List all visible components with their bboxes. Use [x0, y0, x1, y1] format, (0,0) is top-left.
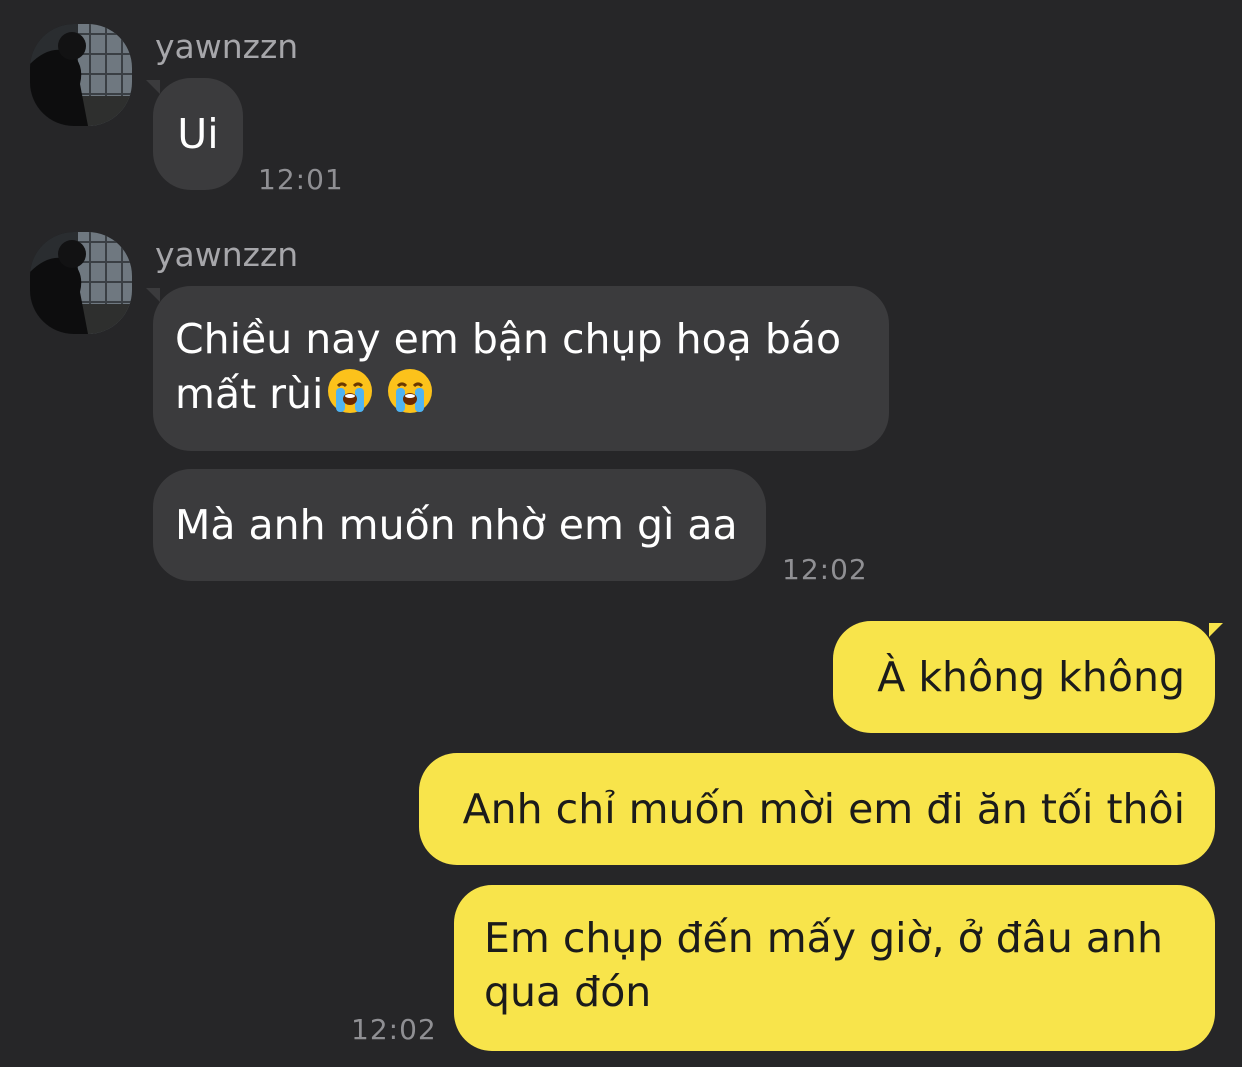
- outgoing-message-bubble[interactable]: Em chụp đến mấy giờ, ở đâu anh qua đón: [454, 885, 1215, 1051]
- loudly-crying-face-icon: [388, 369, 433, 413]
- outgoing-message-bubble[interactable]: À không không: [833, 621, 1215, 733]
- avatar[interactable]: [30, 232, 132, 334]
- sender-name: yawnzzn: [155, 27, 299, 66]
- bubble-tail: [1209, 623, 1223, 637]
- message-timestamp: 12:02: [351, 1013, 437, 1046]
- bubble-tail: [146, 80, 160, 94]
- sender-name: yawnzzn: [155, 235, 299, 274]
- message-timestamp: 12:02: [782, 553, 868, 586]
- chat-screen: yawnzzn Ui 12:01 yawnzzn Chiều nay em bậ…: [0, 0, 1242, 1067]
- message-text: Anh chỉ muốn mời em đi ăn tối thôi: [462, 785, 1185, 833]
- loudly-crying-face-icon: [328, 369, 373, 413]
- incoming-message-bubble[interactable]: Ui: [153, 78, 243, 190]
- message-text: À không không: [877, 653, 1185, 701]
- incoming-message-bubble[interactable]: Mà anh muốn nhờ em gì aa: [153, 469, 766, 581]
- outgoing-message-bubble[interactable]: Anh chỉ muốn mời em đi ăn tối thôi: [419, 753, 1215, 865]
- incoming-message-bubble[interactable]: Chiều nay em bận chụp hoạ báo mất rùi: [153, 286, 889, 451]
- message-text: Mà anh muốn nhờ em gì aa: [175, 501, 738, 549]
- avatar[interactable]: [30, 24, 132, 126]
- bubble-tail: [146, 288, 160, 302]
- message-text: Em chụp đến mấy giờ, ở đâu anh qua đón: [484, 914, 1164, 1016]
- message-timestamp: 12:01: [258, 163, 344, 196]
- message-text: Chiều nay em bận chụp hoạ báo mất rùi: [175, 315, 842, 418]
- message-text: Ui: [177, 110, 219, 158]
